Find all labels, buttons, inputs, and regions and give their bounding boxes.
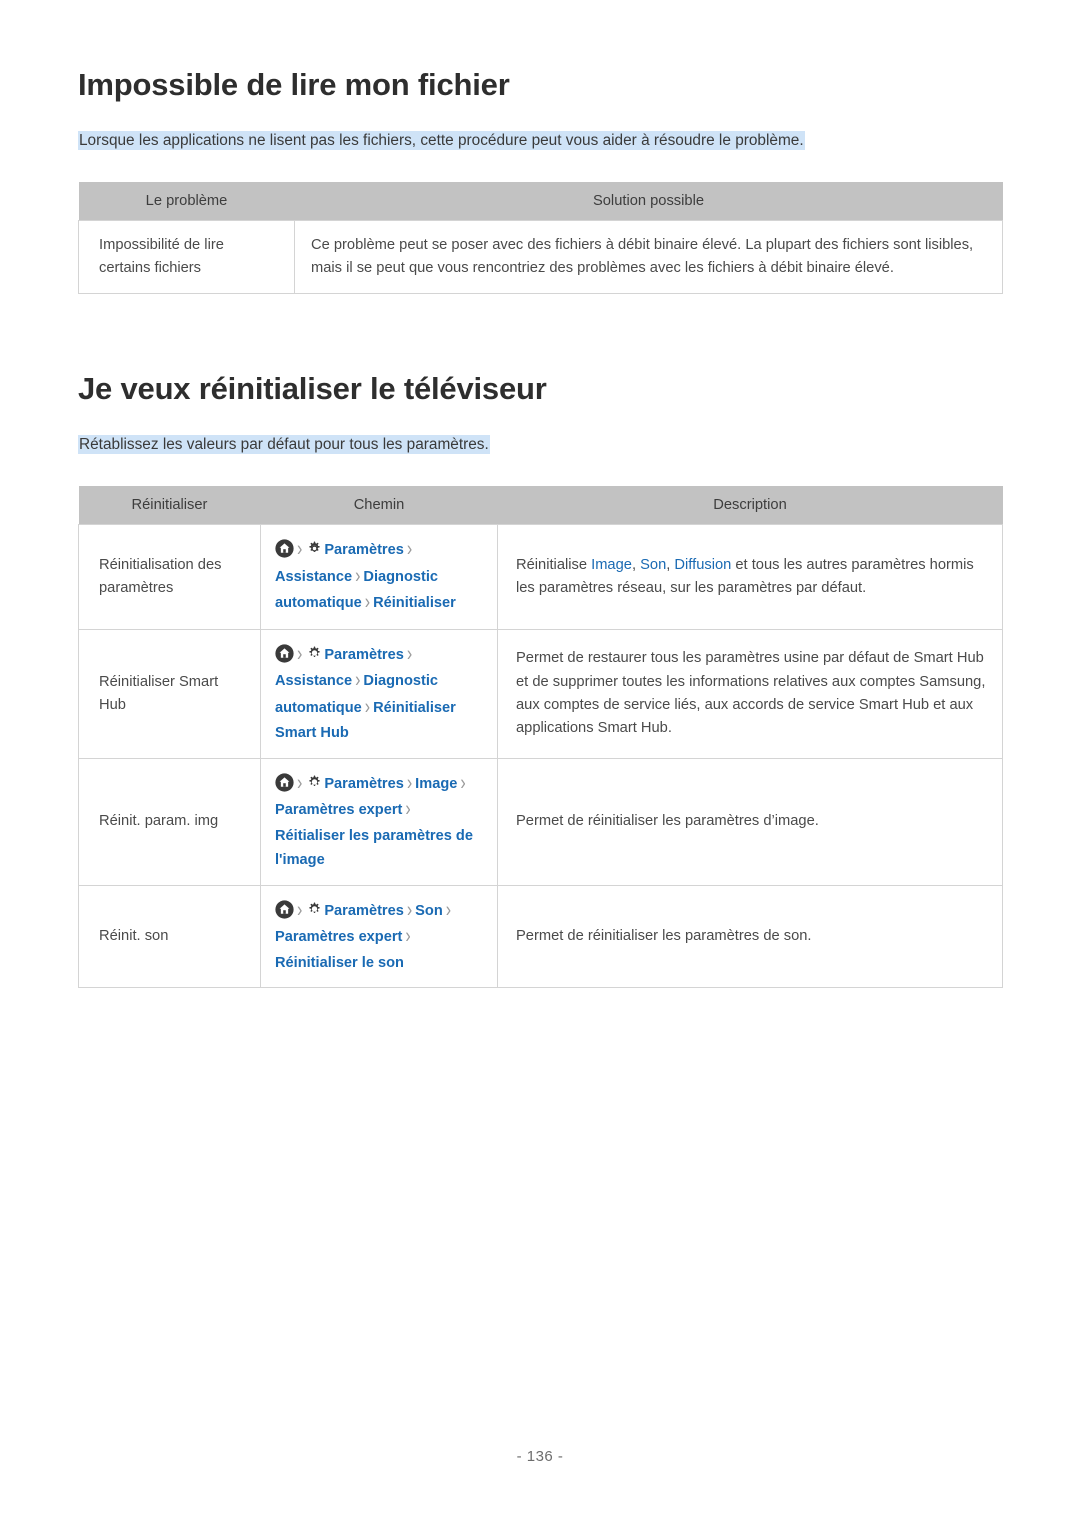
reset-options-table: Réinitialiser Chemin Description Réiniti… (78, 486, 1003, 989)
problem-solution-table: Le problème Solution possible Impossibil… (78, 181, 1003, 295)
path-segment[interactable]: Son (415, 903, 443, 919)
chevron-right-icon: › (460, 771, 466, 795)
menu-path: › Paramètres › Son ›Paramètres expert ›Réini… (275, 898, 454, 971)
path-segment[interactable]: Paramètres expert (275, 929, 402, 945)
gear-icon[interactable] (305, 900, 324, 919)
menu-path: › Paramètres ›Assistance › Diagnostic autom… (275, 538, 456, 614)
home-icon[interactable] (275, 539, 294, 558)
reset-option-label: Réinitialiser Smart Hub (78, 628, 261, 759)
home-icon[interactable] (275, 900, 294, 919)
reset-option-path: › Paramètres › Image ›Paramètres expert ›Réi… (260, 757, 498, 886)
reset-option-path: › Paramètres ›Assistance › Diagnostic autom… (260, 628, 498, 759)
chevron-right-icon: › (364, 695, 371, 719)
path-segment[interactable]: Réitialiser les paramètres de l'image (275, 828, 473, 868)
section-lead-1-wrap: Lorsque les applications ne lisent pas l… (78, 129, 1002, 152)
table-header-cell: Solution possible (294, 181, 1003, 221)
section-lead-2: Rétablissez les valeurs par défaut pour … (78, 434, 490, 454)
path-segment[interactable]: Paramètres (324, 542, 404, 558)
reset-option-label: Réinit. param. img (78, 757, 261, 886)
chevron-right-icon: › (445, 898, 452, 922)
reset-option-label: Réinitialisation des paramètres (78, 524, 261, 630)
path-segment[interactable]: Paramètres expert (275, 802, 402, 818)
table-header-cell: Le problème (78, 181, 295, 221)
chevron-right-icon: › (297, 537, 303, 561)
table-row: Réinit. son › Paramètres › Son ›Paramètr… (78, 884, 1003, 989)
path-segment[interactable]: Paramètres (324, 776, 404, 792)
menu-path: › Paramètres ›Assistance › Diagnostic autom… (275, 642, 456, 741)
table-row: Impossibilité de lire certains fichiers … (78, 219, 1003, 295)
path-segment[interactable]: Paramètres (324, 903, 404, 919)
reset-option-description: Permet de réinitialiser les paramètres d… (497, 884, 1003, 989)
reset-option-path: › Paramètres › Son ›Paramètres expert ›Réini… (260, 884, 498, 989)
page-number: - 136 - (516, 1448, 564, 1465)
chevron-right-icon: › (406, 642, 413, 666)
document-page: Impossible de lire mon fichier Lorsque l… (0, 0, 1080, 1527)
section-title-2: Je veux réinitialiser le téléviseur (78, 371, 547, 407)
reset-option-path: › Paramètres ›Assistance › Diagnostic autom… (260, 524, 498, 630)
table-row: Réinitialiser Smart Hub › Paramètres ›As… (78, 628, 1003, 759)
reset-option-description: Permet de réinitialiser les paramètres d… (497, 757, 1003, 886)
desc-link-diffusion[interactable]: Diffusion (674, 557, 731, 573)
chevron-right-icon: › (355, 669, 361, 692)
table-header-row: Réinitialiser Chemin Description (78, 486, 1003, 525)
chevron-right-icon: › (405, 798, 411, 822)
reset-option-description: Permet de restaurer tous les paramètres … (497, 628, 1003, 759)
table-header-cell: Réinitialiser (78, 486, 261, 525)
section-lead-1: Lorsque les applications ne lisent pas l… (78, 130, 805, 150)
reset-option-description: Réinitialise Image, Son, Diffusion et to… (497, 524, 1003, 630)
home-icon[interactable] (275, 644, 294, 663)
path-segment[interactable]: Assistance (275, 673, 352, 689)
chevron-right-icon: › (297, 642, 303, 666)
path-segment[interactable]: Image (415, 776, 457, 792)
table-header-cell: Chemin (260, 486, 498, 525)
path-segment[interactable]: Paramètres (324, 647, 404, 663)
table-row: Réinitialisation des paramètres › Paramè… (78, 524, 1003, 630)
description-text: Permet de restaurer tous les paramètres … (516, 650, 986, 736)
solution-text: Ce problème peut se poser avec des fichi… (294, 219, 1003, 295)
gear-icon[interactable] (305, 539, 324, 558)
section-title-1: Impossible de lire mon fichier (78, 67, 510, 102)
description-text: Permet de réinitialiser les paramètres d… (516, 813, 819, 830)
desc-prefix: Réinitialise (516, 556, 592, 573)
table-header-row: Le problème Solution possible (78, 181, 1003, 221)
table-row: Réinit. param. img › Paramètres › Image … (78, 757, 1003, 886)
problem-label: Impossibilité de lire certains fichiers (78, 219, 295, 295)
table-header-cell: Description (497, 486, 1003, 525)
chevron-right-icon: › (405, 924, 411, 948)
chevron-right-icon: › (406, 537, 413, 561)
home-icon[interactable] (275, 773, 294, 792)
description-text: Réinitialise Image, Son, Diffusion et to… (516, 556, 974, 596)
chevron-right-icon: › (297, 771, 303, 795)
chevron-right-icon: › (355, 564, 361, 588)
desc-link-image[interactable]: Image (591, 557, 632, 573)
desc-link-son[interactable]: Son (640, 557, 666, 573)
reset-option-label: Réinit. son (78, 884, 261, 989)
gear-icon[interactable] (305, 773, 324, 792)
section-lead-2-wrap: Rétablissez les valeurs par défaut pour … (78, 433, 1002, 456)
chevron-right-icon: › (297, 898, 303, 922)
description-text: Permet de réinitialiser les paramètres d… (516, 927, 812, 944)
path-segment[interactable]: Réinitialiser le son (275, 955, 404, 971)
gear-icon[interactable] (305, 644, 324, 663)
path-segment[interactable]: Assistance (275, 569, 352, 585)
menu-path: › Paramètres › Image ›Paramètres expert ›Réi… (275, 772, 473, 869)
path-segment[interactable]: Réinitialiser (373, 595, 456, 611)
chevron-right-icon: › (364, 590, 371, 614)
